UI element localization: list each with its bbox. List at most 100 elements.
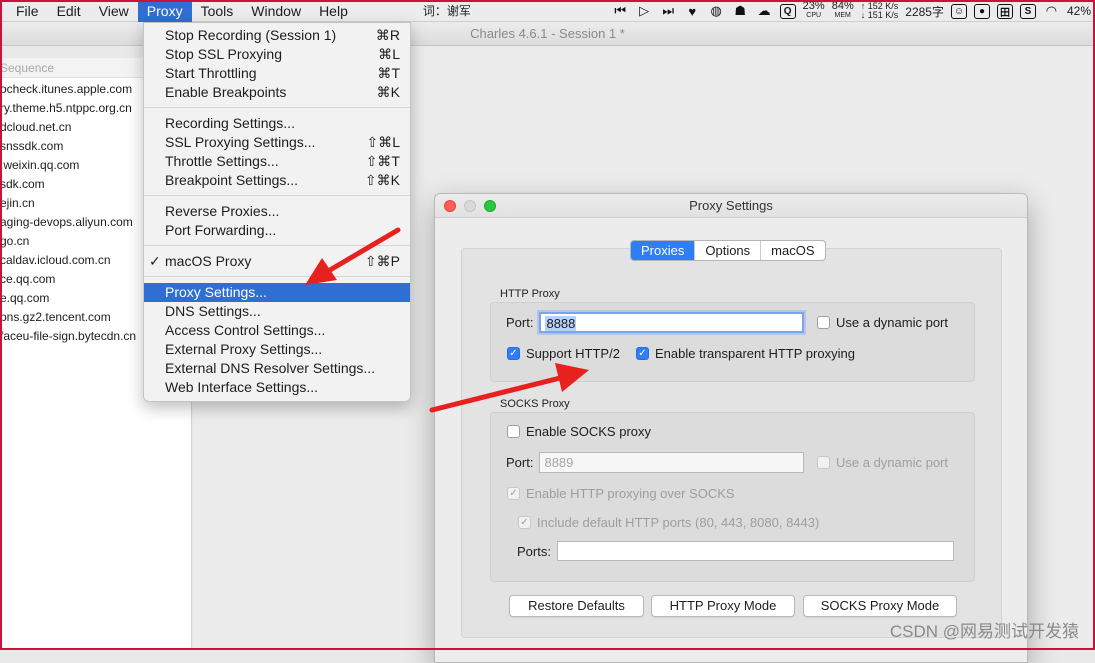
http-dynamic-port-checkbox[interactable]: [817, 316, 830, 329]
socks-enable-checkbox[interactable]: [507, 425, 520, 438]
http-port-value: 8888: [545, 316, 577, 331]
menu-file[interactable]: File: [0, 0, 48, 22]
shortcut: ⇧⌘L: [366, 134, 400, 150]
shortcut: ⌘K: [376, 84, 400, 100]
zoom-button[interactable]: [484, 200, 496, 212]
globe-icon[interactable]: ◍: [708, 3, 725, 19]
net-down: ↓ 151 K/s: [860, 10, 899, 20]
menu-item-external-proxy-settings[interactable]: External Proxy Settings...: [144, 340, 410, 359]
menu-view[interactable]: View: [90, 0, 138, 22]
heart-icon[interactable]: ♥: [684, 3, 701, 19]
tab-options[interactable]: Options: [695, 241, 762, 260]
default-ports-checkbox[interactable]: ✓: [518, 516, 531, 529]
menu-item-throttle-settings[interactable]: Throttle Settings... ⇧⌘T: [144, 152, 410, 171]
checkmark-icon: ✓: [149, 253, 161, 269]
emoji-icon[interactable]: ☺: [950, 3, 967, 19]
q-app-icon[interactable]: Q: [779, 3, 796, 19]
socks-dynamic-port-row: Use a dynamic port: [817, 455, 948, 470]
socks-enable-label: Enable SOCKS proxy: [526, 424, 652, 439]
menu-item-macos-proxy[interactable]: ✓ macOS Proxy ⇧⌘P: [144, 252, 410, 271]
socks-proxy-mode-button[interactable]: SOCKS Proxy Mode: [803, 595, 957, 617]
network-monitor[interactable]: ↑ 152 K/s ↓ 151 K/s: [861, 2, 899, 20]
transparent-proxy-checkbox[interactable]: ✓: [636, 347, 649, 360]
http2-checkbox[interactable]: ✓: [507, 347, 520, 360]
wifi-icon[interactable]: ◠: [1043, 3, 1060, 19]
tab-bar: Proxies Options macOS: [630, 240, 826, 261]
watermark: CSDN @网易测试开发猿: [889, 622, 1079, 641]
dialog-title-bar: Proxy Settings: [435, 194, 1027, 218]
http-over-socks-row: ✓ Enable HTTP proxying over SOCKS: [507, 486, 735, 501]
cat-icon[interactable]: ☗: [732, 3, 749, 19]
play-icon[interactable]: ▷: [636, 3, 653, 19]
proxy-settings-dialog: Proxy Settings Proxies Options macOS HTT…: [434, 193, 1028, 663]
menu-help[interactable]: Help: [310, 0, 357, 22]
word-count[interactable]: 2285字: [905, 3, 944, 20]
http-proxy-mode-button[interactable]: HTTP Proxy Mode: [651, 595, 795, 617]
memory-monitor[interactable]: 84% MEM: [831, 0, 854, 20]
menu-edit[interactable]: Edit: [48, 0, 90, 22]
transparent-proxy-row: ✓ Enable transparent HTTP proxying: [636, 346, 855, 361]
menu-window[interactable]: Window: [242, 0, 310, 22]
menu-item-proxy-settings[interactable]: Proxy Settings...: [144, 283, 410, 302]
restore-defaults-button[interactable]: Restore Defaults: [509, 595, 644, 617]
default-ports-row: ✓ Include default HTTP ports (80, 443, 8…: [518, 515, 819, 530]
menu-item-recording-settings[interactable]: Recording Settings...: [144, 114, 410, 133]
window-controls: [444, 200, 496, 212]
menu-item-ssl-proxying-settings[interactable]: SSL Proxying Settings... ⇧⌘L: [144, 133, 410, 152]
shortcut: ⇧⌘K: [364, 172, 400, 188]
close-button[interactable]: [444, 200, 456, 212]
microphone-icon[interactable]: ●: [973, 3, 990, 19]
shortcut: ⌘R: [375, 27, 400, 43]
previous-track-icon[interactable]: ⏮: [612, 3, 629, 19]
menu-item-access-control-settings[interactable]: Access Control Settings...: [144, 321, 410, 340]
socks-dynamic-port-checkbox[interactable]: [817, 456, 830, 469]
http-over-socks-label: Enable HTTP proxying over SOCKS: [526, 486, 735, 501]
tab-proxies[interactable]: Proxies: [631, 241, 696, 260]
http-dynamic-port-label: Use a dynamic port: [836, 315, 948, 330]
http-dynamic-port-row: Use a dynamic port: [817, 315, 948, 330]
menu-item-breakpoint-settings[interactable]: Breakpoint Settings... ⇧⌘K: [144, 171, 410, 190]
shortcut: ⇧⌘T: [365, 153, 400, 169]
socks-port-placeholder: 8889: [544, 455, 574, 470]
http-over-socks-checkbox[interactable]: ✓: [507, 487, 520, 500]
shortcut: ⇧⌘P: [364, 253, 400, 269]
http-proxy-group-label: HTTP Proxy: [500, 288, 560, 300]
http-port-field[interactable]: 8888: [539, 312, 805, 333]
wechat-icon[interactable]: ☁: [756, 3, 773, 19]
menu-item-external-dns-resolver-settings[interactable]: External DNS Resolver Settings...: [144, 359, 410, 378]
mem-label: MEM: [834, 12, 851, 19]
menu-item-dns-settings[interactable]: DNS Settings...: [144, 302, 410, 321]
menu-proxy[interactable]: Proxy: [137, 0, 192, 22]
http-port-label: Port:: [506, 315, 534, 330]
battery-percent[interactable]: 42%: [1067, 4, 1091, 18]
grid-icon[interactable]: 田: [996, 3, 1013, 19]
socks-ports-label: Ports:: [517, 543, 551, 559]
menu-tools[interactable]: Tools: [192, 0, 243, 22]
menu-separator: [144, 195, 410, 196]
menu-separator: [144, 276, 410, 277]
tab-macos[interactable]: macOS: [761, 241, 824, 260]
menu-item-reverse-proxies[interactable]: Reverse Proxies...: [144, 202, 410, 221]
next-track-icon[interactable]: ⏭: [660, 3, 677, 19]
shortcut: ⌘T: [377, 65, 400, 81]
default-ports-label: Include default HTTP ports (80, 443, 808…: [537, 515, 820, 530]
ime-status: 词：谢军: [422, 4, 471, 18]
socks-ports-field[interactable]: [556, 541, 954, 561]
menu-item-start-throttling[interactable]: Start Throttling ⌘T: [144, 64, 410, 83]
battery-value: 42: [1066, 4, 1081, 18]
dialog-title: Proxy Settings: [689, 198, 773, 213]
menu-item-stop-recording[interactable]: Stop Recording (Session 1) ⌘R: [144, 26, 410, 45]
mem-value: 84%: [831, 0, 854, 12]
menu-item-web-interface-settings[interactable]: Web Interface Settings...: [144, 378, 410, 397]
menu-item-port-forwarding[interactable]: Port Forwarding...: [144, 221, 410, 240]
s-app-icon[interactable]: S: [1019, 3, 1036, 19]
menu-item-enable-breakpoints[interactable]: Enable Breakpoints ⌘K: [144, 83, 410, 102]
menu-separator: [144, 245, 410, 246]
minimize-button[interactable]: [464, 200, 476, 212]
http2-label: Support HTTP/2: [526, 346, 620, 361]
menu-item-stop-ssl-proxying[interactable]: Stop SSL Proxying ⌘L: [144, 45, 410, 64]
socks-port-field[interactable]: 8889: [539, 452, 805, 473]
socks-dynamic-port-label: Use a dynamic port: [836, 455, 948, 470]
socks-port-row: Port: 8889: [506, 452, 805, 473]
cpu-monitor[interactable]: 23% CPU: [803, 1, 825, 20]
